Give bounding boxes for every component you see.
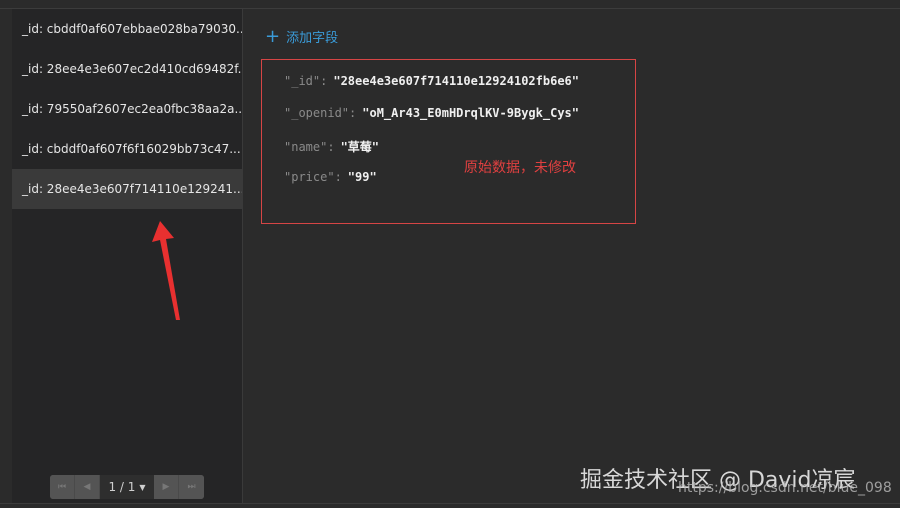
red-arrow-annotation (152, 221, 180, 320)
watermark-url: https://blog.csdn.net/blue_098 (678, 480, 892, 496)
